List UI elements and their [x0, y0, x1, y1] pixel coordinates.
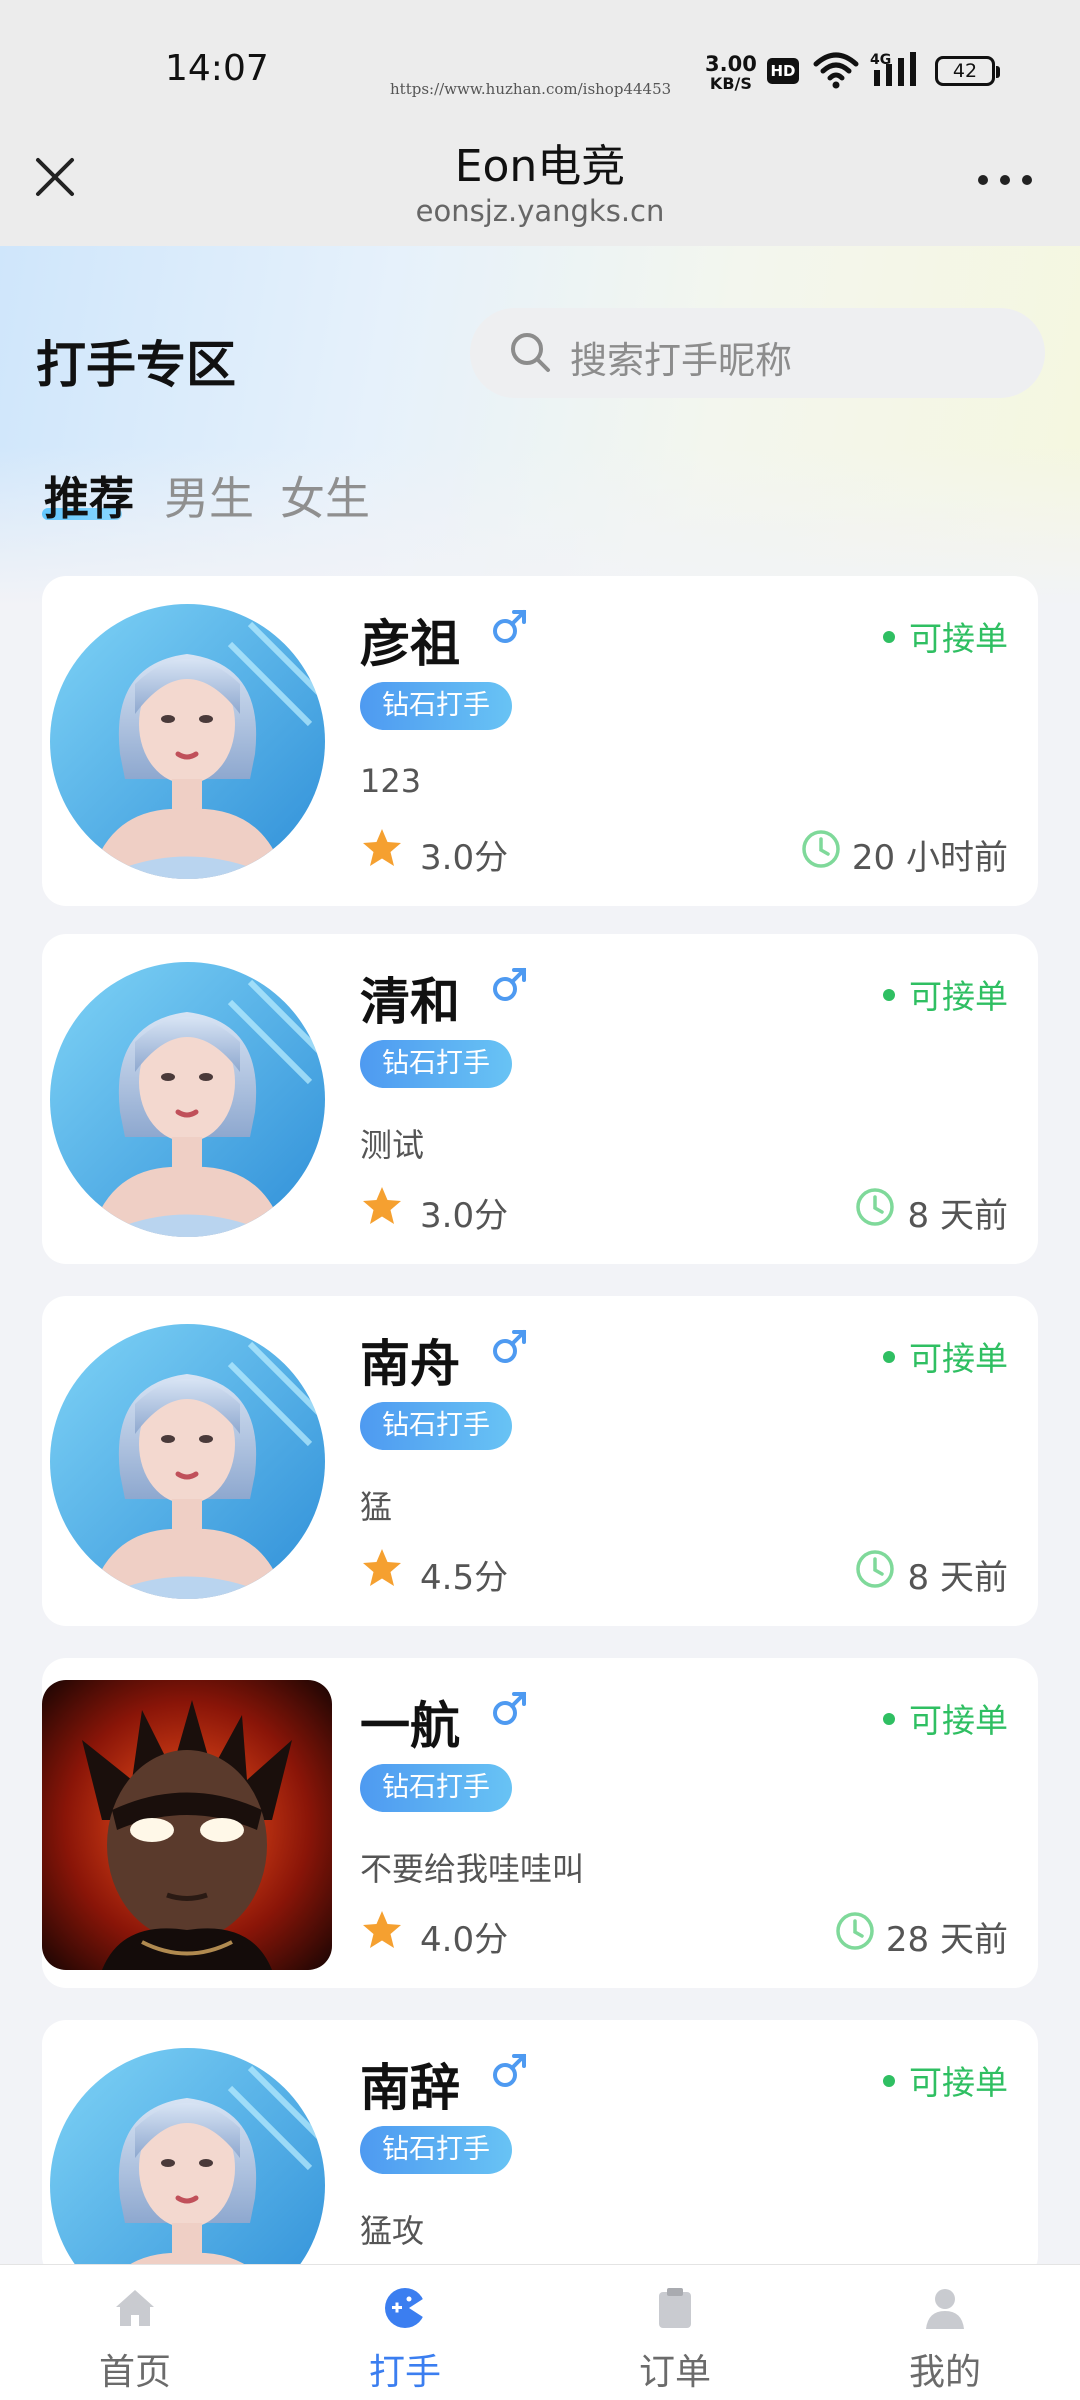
player-score: 3.0分: [420, 1196, 509, 1236]
male-icon: [493, 1330, 526, 1363]
player-card[interactable]: 清和 钻石打手 测试 3.0分 可接单 8 天前: [42, 934, 1038, 1264]
avatar: [50, 2048, 325, 2280]
player-name: 彦祖: [360, 615, 460, 673]
star-icon: [363, 829, 401, 866]
avatar: [50, 1324, 325, 1599]
last-active: 8 天前: [907, 1558, 1008, 1598]
page-title: Eon电竞: [454, 141, 626, 192]
player-score: 4.0分: [420, 1920, 509, 1960]
status-label: 可接单: [909, 1339, 1008, 1378]
availability-status: 可接单: [883, 1332, 1008, 1380]
wifi-icon: [813, 52, 859, 89]
player-name: 南舟: [360, 1335, 460, 1393]
player-name: 一航: [360, 1697, 460, 1755]
clock-icon: [802, 830, 840, 868]
status-label: 可接单: [909, 1701, 1008, 1740]
user-icon: [926, 2289, 964, 2329]
player-name: 南辞: [360, 2059, 460, 2117]
player-bio: 不要给我哇哇叫: [360, 1850, 585, 1888]
availability-status: 可接单: [883, 2056, 1008, 2104]
last-active: 20 小时前: [851, 838, 1008, 878]
status-dot: [883, 988, 895, 1001]
male-icon: [493, 2054, 526, 2087]
player-bio: 123: [360, 762, 422, 800]
home-icon: [116, 2290, 154, 2326]
nav-home-label: 首页: [98, 2352, 171, 2393]
player-bio: 测试: [360, 1126, 425, 1164]
rank-badge: 钻石打手: [360, 1040, 512, 1088]
status-dot: [883, 2074, 895, 2087]
star-icon: [363, 1911, 401, 1948]
signal-icon: 4G: [870, 52, 916, 86]
bottom-nav: 首页 打手 订单 我的: [0, 2264, 1080, 2400]
rank-badge: 钻石打手: [360, 2126, 512, 2174]
hero-background: [0, 246, 1080, 606]
star-icon: [363, 1187, 401, 1224]
male-icon: [493, 610, 526, 643]
nav-profile-label: 我的: [908, 2352, 981, 2393]
tab-female[interactable]: 女生: [280, 462, 370, 527]
nav-players[interactable]: 打手: [270, 2265, 540, 2400]
gamepad-icon: [385, 2288, 426, 2328]
player-card[interactable]: 南辞 钻石打手 猛攻 可接单: [42, 2020, 1038, 2280]
more-icon[interactable]: [975, 165, 1035, 195]
search-placeholder: 搜索打手昵称: [570, 339, 792, 382]
clipboard-icon: [659, 2288, 691, 2328]
clock-icon: [856, 1550, 894, 1588]
search-icon: [511, 333, 550, 372]
player-card[interactable]: 南舟 钻石打手 猛 4.5分 可接单 8 天前: [42, 1296, 1038, 1626]
clock-icon: [836, 1912, 874, 1950]
male-icon: [493, 1692, 526, 1725]
player-bio: 猛: [360, 1488, 393, 1526]
page-url: eonsjz.yangks.cn: [415, 194, 665, 228]
player-card[interactable]: 一航 钻石打手 不要给我哇哇叫 4.0分 可接单 28 天前: [42, 1658, 1038, 1988]
rank-badge: 钻石打手: [360, 682, 512, 730]
nav-home[interactable]: 首页: [0, 2265, 270, 2400]
status-watermark: https://www.huzhan.com/ishop44453: [390, 80, 672, 98]
rank-badge: 钻石打手: [360, 1402, 512, 1450]
status-dot: [883, 1712, 895, 1725]
player-card[interactable]: 彦祖 钻石打手 123 3.0分 可接单 20 小时前: [42, 576, 1038, 906]
status-label: 可接单: [909, 619, 1008, 658]
top-bar: 14:07 https://www.huzhan.com/ishop44453 …: [0, 0, 1080, 246]
star-icon: [363, 1549, 401, 1586]
tab-recommend[interactable]: 推荐: [44, 462, 134, 527]
male-icon: [493, 968, 526, 1001]
status-dot: [883, 1350, 895, 1363]
nav-profile[interactable]: 我的: [810, 2265, 1080, 2400]
player-score: 3.0分: [420, 838, 509, 878]
status-time: 14:07: [165, 48, 269, 89]
player-score: 4.5分: [420, 1558, 509, 1598]
availability-status: 可接单: [883, 612, 1008, 660]
tab-male[interactable]: 男生: [164, 462, 254, 527]
net-speed-value: 3.00: [705, 52, 757, 76]
avatar: [50, 604, 325, 879]
player-bio: 猛攻: [360, 2212, 425, 2250]
rank-badge: 钻石打手: [360, 1764, 512, 1812]
last-active: 28 天前: [885, 1920, 1008, 1960]
search-input[interactable]: 搜索打手昵称: [470, 308, 1045, 398]
hd-badge: HD: [767, 58, 799, 84]
status-label: 可接单: [909, 977, 1008, 1016]
player-name: 清和: [360, 973, 460, 1031]
net-speed: 3.00 KB/S: [705, 54, 757, 94]
availability-status: 可接单: [883, 1694, 1008, 1742]
nav-orders[interactable]: 订单: [540, 2265, 810, 2400]
net-speed-unit: KB/S: [709, 74, 752, 93]
clock-icon: [856, 1188, 894, 1226]
nav-players-label: 打手: [368, 2352, 441, 2393]
battery-indicator: 42: [935, 56, 1000, 86]
avatar: [42, 1680, 332, 1970]
avatar: [50, 962, 325, 1237]
status-label: 可接单: [909, 2063, 1008, 2102]
section-title: 打手专区: [36, 336, 236, 394]
status-dot: [883, 630, 895, 643]
nav-orders-label: 订单: [638, 2352, 711, 2393]
availability-status: 可接单: [883, 970, 1008, 1018]
last-active: 8 天前: [907, 1196, 1008, 1236]
